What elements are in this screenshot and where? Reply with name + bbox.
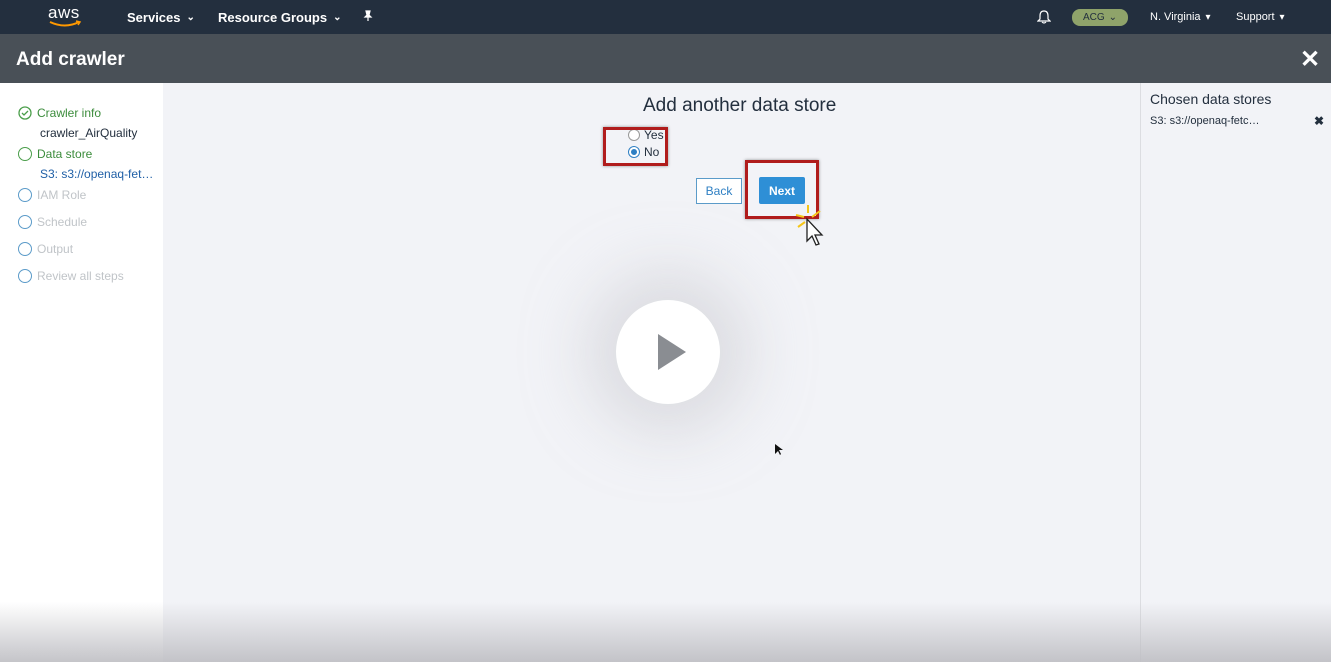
aws-logo[interactable]: aws <box>48 3 88 29</box>
panel-title: Chosen data stores <box>1150 91 1272 107</box>
services-menu[interactable]: Services ⌄ <box>127 10 195 25</box>
chevron-down-icon: ⌄ <box>186 12 195 23</box>
bottom-fade <box>0 602 1331 662</box>
top-nav: aws Services ⌄ Resource Groups ⌄ ACG ⌄ N… <box>0 0 1331 34</box>
circle-icon <box>18 242 32 256</box>
step-iam-role: IAM Role <box>18 188 86 202</box>
aws-smile-icon <box>49 20 82 27</box>
support-menu[interactable]: Support ▾ <box>1236 11 1285 23</box>
circle-icon <box>18 147 32 161</box>
back-button[interactable]: Back <box>696 178 742 204</box>
close-icon[interactable]: ✕ <box>1300 45 1320 74</box>
resource-groups-label: Resource Groups <box>218 10 328 25</box>
section-title: Add another data store <box>643 95 837 116</box>
services-label: Services <box>127 10 181 25</box>
step-label: Data store <box>37 147 93 161</box>
step-crawler-info[interactable]: Crawler info <box>18 106 101 120</box>
chevron-down-icon: ▾ <box>1205 11 1211 23</box>
step-label: Crawler info <box>37 106 102 120</box>
step-review: Review all steps <box>18 269 124 283</box>
data-store-item: S3: s3://openaq-fetc… <box>1150 115 1260 127</box>
circle-icon <box>18 215 32 229</box>
circle-icon <box>18 269 32 283</box>
step-label: IAM Role <box>37 188 87 202</box>
pin-icon[interactable] <box>362 10 374 22</box>
play-icon <box>658 334 686 370</box>
support-label: Support <box>1236 11 1275 23</box>
account-menu[interactable]: ACG ⌄ <box>1072 9 1128 26</box>
resource-groups-menu[interactable]: Resource Groups ⌄ <box>218 10 341 25</box>
chevron-down-icon: ⌄ <box>333 12 342 23</box>
chevron-down-icon: ⌄ <box>1108 12 1118 23</box>
region-menu[interactable]: N. Virginia ▾ <box>1150 11 1211 23</box>
region-label: N. Virginia <box>1150 11 1201 23</box>
cursor-click-icon <box>795 205 824 246</box>
chevron-down-icon: ▾ <box>1279 11 1285 23</box>
page-header: Add crawler ✕ <box>0 34 1331 83</box>
highlight-box-radio <box>603 127 668 166</box>
bell-icon[interactable] <box>1036 9 1052 30</box>
step-label: Schedule <box>37 215 88 229</box>
step-data-store-value: S3: s3://openaq-fet… <box>40 167 154 181</box>
page-title: Add crawler <box>16 49 125 70</box>
video-play-button[interactable] <box>616 300 720 404</box>
check-circle-icon <box>18 106 32 120</box>
steps-sidebar: Crawler info crawler_AirQuality Data sto… <box>0 83 163 662</box>
mouse-pointer-icon <box>775 444 783 455</box>
step-output: Output <box>18 242 73 256</box>
chosen-data-stores-panel: Chosen data stores S3: s3://openaq-fetc…… <box>1140 83 1331 662</box>
account-label: ACG <box>1082 12 1105 23</box>
step-data-store[interactable]: Data store <box>18 147 92 161</box>
step-label: Review all steps <box>37 269 124 283</box>
step-schedule: Schedule <box>18 215 87 229</box>
step-label: Output <box>37 242 74 256</box>
step-crawler-info-value: crawler_AirQuality <box>40 126 138 140</box>
circle-icon <box>18 188 32 202</box>
remove-icon[interactable]: ✖ <box>1314 114 1324 128</box>
